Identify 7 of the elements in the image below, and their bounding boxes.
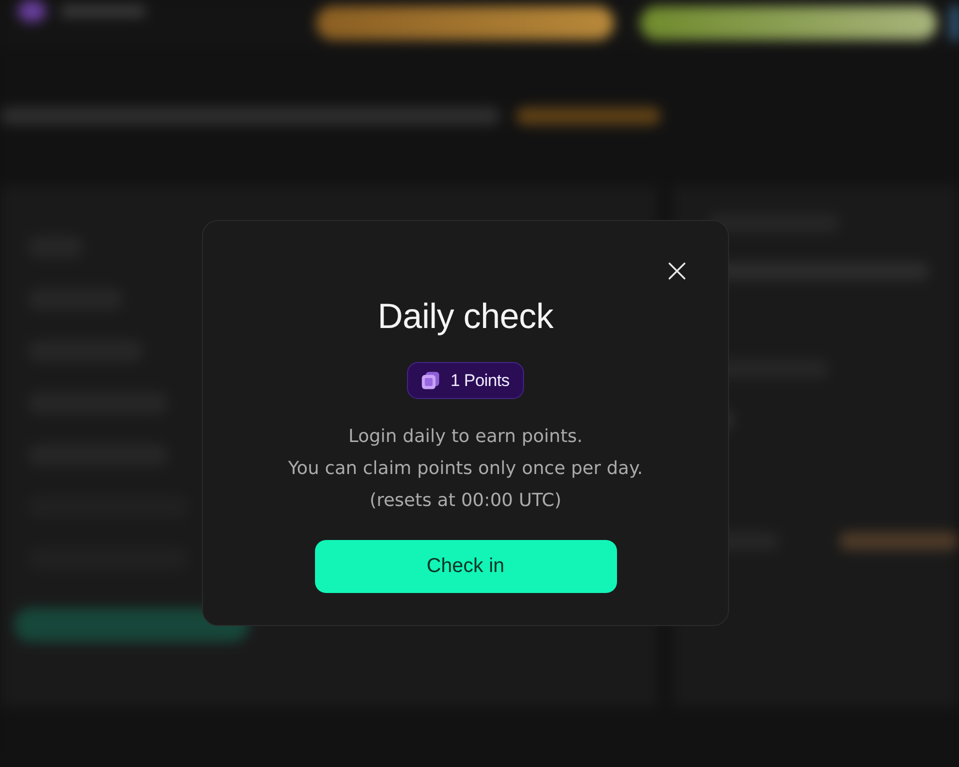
points-label: 1 Points (450, 370, 510, 390)
close-button[interactable] (667, 261, 687, 281)
close-icon (668, 262, 686, 280)
dialog-title: Daily check (378, 296, 554, 338)
stacked-squares-icon (421, 371, 440, 390)
check-in-button[interactable]: Check in (314, 540, 616, 593)
description-text: Login daily to earn points. You can claim points only once per day. (resets at 00:00 UTC) (288, 425, 643, 513)
